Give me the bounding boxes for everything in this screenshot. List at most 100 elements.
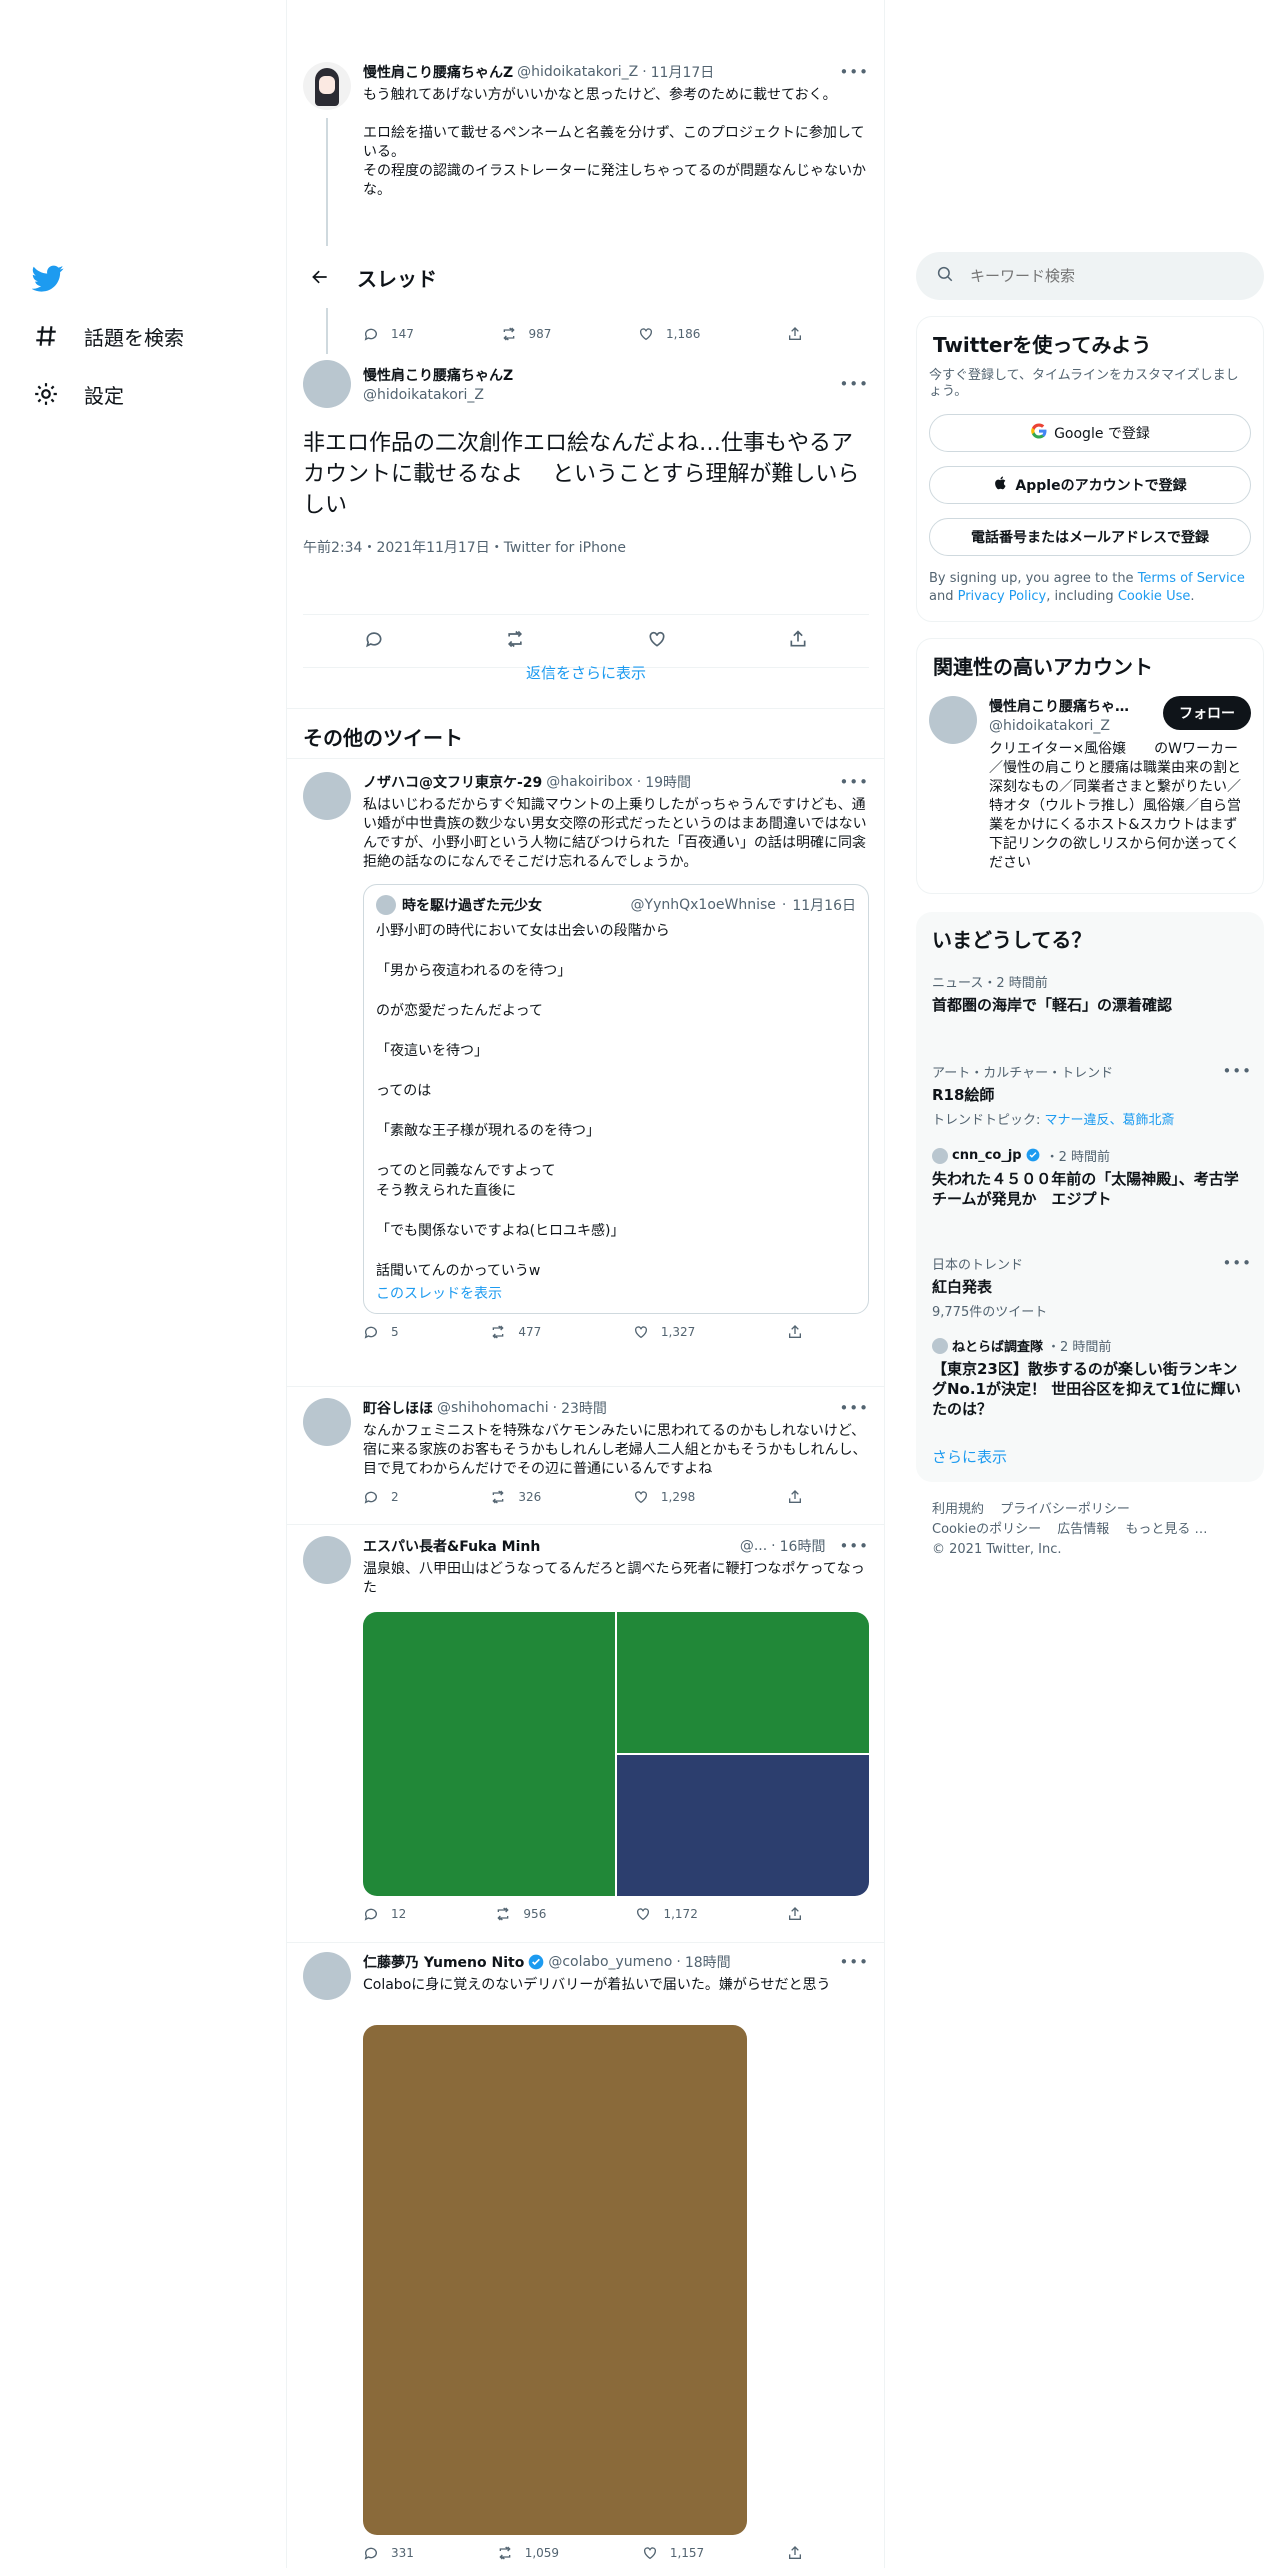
- trend-item[interactable]: 日本のトレンド ••• 紅白発表 9,775件のツイート: [932, 1254, 1252, 1320]
- trend-item[interactable]: アート・カルチャー・トレンド ••• R18絵師 トレンドトピック: マナー違反…: [932, 1062, 1252, 1128]
- author-name[interactable]: 慢性肩こり腰痛ちゃんZ: [363, 365, 513, 385]
- trend-sub: トレンドトピック: マナー違反、葛飾北斎: [932, 1109, 1252, 1128]
- timeline-tweet[interactable]: エスパい長者&Fuka Minh @... · 16時間 ••• 温泉娘、八甲田…: [303, 1536, 869, 1922]
- search-box[interactable]: [916, 252, 1264, 300]
- nav-settings[interactable]: 設定: [30, 378, 124, 410]
- author-name[interactable]: 仁藤夢乃 Yumeno Nito: [363, 1952, 524, 1972]
- retweet-button[interactable]: 326: [490, 1489, 541, 1505]
- like-button[interactable]: 1,157: [642, 2545, 704, 2561]
- retweet-button[interactable]: 956: [495, 1906, 546, 1922]
- author-handle[interactable]: @shihohomachi: [437, 1400, 549, 1416]
- more-icon[interactable]: •••: [839, 1953, 869, 1971]
- reply-button[interactable]: 12: [363, 1906, 406, 1922]
- more-icon[interactable]: •••: [1222, 1062, 1252, 1080]
- share-button[interactable]: [787, 2545, 803, 2561]
- avatar[interactable]: [929, 696, 977, 744]
- tweet-actions: 2 326 1,298: [363, 1489, 803, 1505]
- quote-tweet[interactable]: 時を駆け過ぎた元少女 @YynhQx1oeWhnise · 11月16日 小野小…: [363, 884, 869, 1314]
- author-name[interactable]: エスパい長者&Fuka Minh: [363, 1536, 540, 1556]
- share-button[interactable]: [787, 1906, 803, 1922]
- avatar[interactable]: [303, 772, 351, 820]
- tweet-time[interactable]: 16時間: [780, 1536, 826, 1556]
- reply-icon[interactable]: [364, 629, 384, 653]
- like-button[interactable]: 1,186: [638, 326, 700, 342]
- author-handle[interactable]: @colabo_yumeno: [548, 1954, 672, 1970]
- twitter-logo-icon[interactable]: [31, 262, 64, 294]
- retweet-button[interactable]: 1,059: [497, 2545, 559, 2561]
- footer-link[interactable]: 利用規約: [932, 1502, 984, 1517]
- tweet-time[interactable]: 19時間: [645, 772, 691, 792]
- media-image[interactable]: [617, 1612, 869, 1753]
- related-handle[interactable]: @hidoikatakori_Z: [989, 718, 1155, 734]
- heart-icon[interactable]: [647, 629, 667, 653]
- trend-item[interactable]: ニュース・2 時間前 首都圏の海岸で「軽石」の漂着確認: [932, 972, 1252, 1015]
- retweet-button[interactable]: 987: [501, 326, 551, 342]
- author-handle[interactable]: @...: [740, 1538, 767, 1554]
- footer-link[interactable]: 広告情報: [1057, 1522, 1109, 1537]
- author-handle[interactable]: @hidoikatakori_Z: [363, 387, 513, 403]
- trend-item[interactable]: cnn_co_jp ・2 時間前 失われた４５００年前の「太陽神殿」、考古学チー…: [932, 1146, 1252, 1209]
- show-more-replies-link[interactable]: 返信をさらに表示: [287, 662, 884, 683]
- timeline-tweet[interactable]: ノザハコ@文フリ東京ケ-29 @hakoiribox · 19時間 ••• 私は…: [303, 772, 869, 1340]
- share-button[interactable]: [787, 326, 803, 342]
- nav-explore[interactable]: 話題を検索: [30, 320, 184, 352]
- media-image[interactable]: [617, 1755, 869, 1896]
- privacy-policy-link[interactable]: Privacy Policy: [958, 589, 1047, 604]
- phone-email-signup-button[interactable]: 電話番号またはメールアドレスで登録: [929, 518, 1251, 556]
- related-account[interactable]: 慢性肩こり腰痛ちゃ… @hidoikatakori_Z フォロー クリエイター×…: [917, 696, 1263, 873]
- search-input[interactable]: [970, 267, 1230, 285]
- author-handle[interactable]: @hakoiribox: [546, 774, 632, 790]
- reply-button[interactable]: 147: [363, 326, 414, 342]
- follow-button[interactable]: フォロー: [1163, 696, 1251, 730]
- more-icon[interactable]: •••: [839, 375, 869, 393]
- cookie-use-link[interactable]: Cookie Use: [1118, 589, 1191, 604]
- reply-button[interactable]: 331: [363, 2545, 414, 2561]
- retweet-button[interactable]: 477: [490, 1324, 541, 1340]
- timeline-tweet[interactable]: 町谷しほほ @shihohomachi · 23時間 ••• なんかフェミニスト…: [303, 1398, 869, 1505]
- reply-button[interactable]: 2: [363, 1489, 399, 1505]
- share-button[interactable]: [787, 1489, 803, 1505]
- related-name[interactable]: 慢性肩こり腰痛ちゃ…: [989, 696, 1155, 716]
- trend-item[interactable]: ねとらば調査隊 ・2 時間前 【東京23区】散歩するのが楽しい街ランキングNo.…: [932, 1336, 1252, 1419]
- trend-topic-link[interactable]: マナー違反、葛飾北斎: [1045, 1113, 1175, 1128]
- tweet-time[interactable]: 18時間: [685, 1952, 731, 1972]
- show-thread-link[interactable]: このスレッドを表示: [376, 1283, 856, 1303]
- share-button[interactable]: [787, 1324, 803, 1340]
- author-name[interactable]: 慢性肩こり腰痛ちゃんZ: [363, 62, 513, 82]
- avatar[interactable]: [303, 360, 351, 408]
- reply-button[interactable]: 5: [363, 1324, 399, 1340]
- apple-signup-button[interactable]: Appleのアカウントで登録: [929, 466, 1251, 504]
- author-name[interactable]: ノザハコ@文フリ東京ケ-29: [363, 772, 542, 792]
- avatar[interactable]: [303, 62, 351, 110]
- more-icon[interactable]: •••: [839, 63, 869, 81]
- media-image[interactable]: [363, 2025, 747, 2535]
- avatar[interactable]: [303, 1536, 351, 1584]
- more-icon[interactable]: •••: [839, 1399, 869, 1417]
- avatar[interactable]: [303, 1952, 351, 2000]
- show-more-trends-link[interactable]: さらに表示: [932, 1446, 1252, 1467]
- avatar[interactable]: [303, 1398, 351, 1446]
- footer-link[interactable]: Cookieのポリシー: [932, 1522, 1041, 1537]
- parent-tweet[interactable]: 慢性肩こり腰痛ちゃんZ @hidoikatakori_Z · 11月17日 ••…: [303, 62, 869, 318]
- footer-link[interactable]: プライバシーポリシー: [1000, 1502, 1130, 1517]
- author-handle[interactable]: @hidoikatakori_Z: [517, 64, 638, 80]
- tweet-time[interactable]: 23時間: [561, 1398, 607, 1418]
- more-icon[interactable]: •••: [1222, 1254, 1252, 1272]
- tweet-meta[interactable]: 午前2:34・2021年11月17日・Twitter for iPhone: [303, 537, 869, 557]
- back-arrow-icon[interactable]: [303, 260, 337, 294]
- timeline-tweet[interactable]: 仁藤夢乃 Yumeno Nito @colabo_yumeno · 18時間 •…: [303, 1952, 869, 2561]
- related-accounts-card: 関連性の高いアカウント 慢性肩こり腰痛ちゃ… @hidoikatakori_Z …: [916, 638, 1264, 894]
- like-button[interactable]: 1,298: [633, 1489, 695, 1505]
- media-image[interactable]: [363, 1612, 615, 1896]
- terms-of-service-link[interactable]: Terms of Service: [1138, 571, 1245, 586]
- tweet-time[interactable]: 11月17日: [651, 62, 715, 82]
- share-icon[interactable]: [788, 629, 808, 653]
- like-button[interactable]: 1,327: [633, 1324, 695, 1340]
- retweet-icon[interactable]: [505, 629, 525, 653]
- author-name[interactable]: 町谷しほほ: [363, 1398, 433, 1418]
- more-icon[interactable]: •••: [839, 1537, 869, 1555]
- google-signup-button[interactable]: Google で登録: [929, 414, 1251, 452]
- footer-link[interactable]: もっと見る …: [1125, 1522, 1207, 1537]
- like-button[interactable]: 1,172: [635, 1906, 698, 1922]
- more-icon[interactable]: •••: [839, 773, 869, 791]
